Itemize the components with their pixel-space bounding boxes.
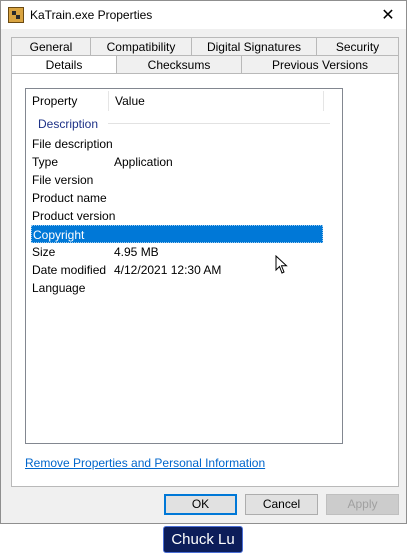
ok-button[interactable]: OK — [164, 494, 237, 515]
list-item[interactable]: File version — [31, 171, 323, 189]
group-heading-description[interactable]: Description — [38, 117, 98, 131]
tab-security[interactable]: Security — [316, 37, 399, 56]
window-title: KaTrain.exe Properties — [30, 8, 153, 22]
list-item[interactable]: Language — [31, 279, 323, 297]
apply-button[interactable]: Apply — [326, 494, 399, 515]
property-name: File version — [32, 173, 94, 187]
list-item[interactable]: Type Application — [31, 153, 323, 171]
group-divider — [108, 123, 330, 124]
list-item[interactable]: File description — [31, 135, 323, 153]
list-header: Property Value — [26, 89, 342, 114]
property-name: Date modified — [32, 263, 107, 277]
details-panel: Property Value Description File descript… — [11, 73, 399, 487]
tab-previous-versions[interactable]: Previous Versions — [241, 55, 399, 74]
remove-properties-link[interactable]: Remove Properties and Personal Informati… — [25, 456, 265, 470]
property-name: Product version — [32, 209, 116, 223]
cancel-button[interactable]: Cancel — [245, 494, 318, 515]
list-item[interactable]: Product version — [31, 207, 323, 225]
details-list[interactable]: Property Value Description File descript… — [25, 88, 343, 444]
property-name: Product name — [32, 191, 107, 205]
mouse-cursor-icon — [275, 255, 288, 274]
close-icon[interactable]: ✕ — [376, 3, 400, 27]
properties-dialog: KaTrain.exe Properties ✕ General Compati… — [0, 0, 407, 524]
property-name: File description — [32, 137, 113, 151]
property-value: 4/12/2021 12:30 AM — [114, 263, 222, 277]
app-icon — [8, 7, 24, 23]
property-name: Size — [32, 245, 56, 259]
property-value: 4.95 MB — [114, 245, 159, 259]
tab-digital-signatures[interactable]: Digital Signatures — [191, 37, 317, 56]
list-item-selected[interactable]: Copyright — [31, 225, 323, 243]
column-header-value[interactable]: Value — [109, 89, 323, 113]
tab-row-bottom: Details Checksums Previous Versions — [11, 55, 399, 75]
list-item[interactable]: Product name — [31, 189, 323, 207]
tab-general[interactable]: General — [11, 37, 91, 56]
property-name: Type — [32, 155, 59, 169]
property-name: Language — [32, 281, 86, 295]
column-header-property[interactable]: Property — [26, 89, 108, 113]
column-divider[interactable] — [323, 91, 324, 111]
tab-row-top: General Compatibility Digital Signatures… — [11, 37, 399, 56]
property-value: Application — [114, 155, 173, 169]
tab-compatibility[interactable]: Compatibility — [90, 37, 192, 56]
property-name: Copyright — [33, 228, 85, 242]
tab-checksums[interactable]: Checksums — [116, 55, 242, 74]
title-bar[interactable]: KaTrain.exe Properties ✕ — [1, 1, 406, 29]
watermark-badge: Chuck Lu — [163, 526, 243, 553]
tab-details[interactable]: Details — [11, 55, 117, 75]
